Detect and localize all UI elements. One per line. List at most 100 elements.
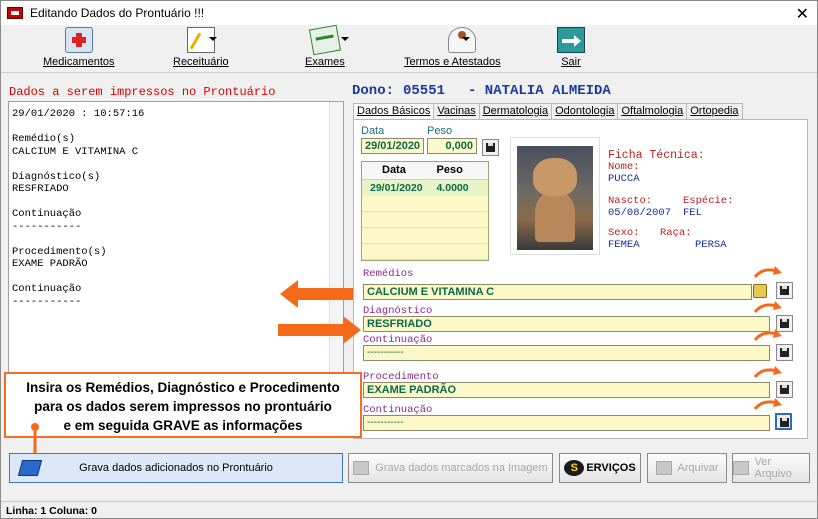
save-continuacao1-button[interactable] xyxy=(776,344,793,361)
servicos-label: ERVIÇOS xyxy=(586,462,636,474)
exit-door-icon xyxy=(557,27,585,53)
callout-line-3: e em seguida GRAVE as informações xyxy=(63,418,303,433)
especie-value: FEL xyxy=(683,207,702,219)
right-arrow-icon xyxy=(278,316,361,344)
data-input[interactable]: 29/01/2020 xyxy=(361,138,424,154)
tab-strip: Dados Básicos Vacinas Dermatologia Odont… xyxy=(353,103,743,121)
dropdown-arrow-icon[interactable] xyxy=(341,37,349,41)
pet-photo-image xyxy=(517,146,593,250)
archive-icon xyxy=(655,461,672,475)
especie-label: Espécie: xyxy=(683,195,734,207)
nome-label: Nome: xyxy=(608,161,640,173)
tab-oftalmologia[interactable]: Oftalmologia xyxy=(617,103,688,120)
grava-prontuario-button[interactable]: Grava dados adicionados no Prontuário xyxy=(9,453,343,483)
grid-header: Data Peso xyxy=(362,162,488,180)
curved-arrow-icon xyxy=(753,329,782,341)
grid-cell-peso: 4.0000 xyxy=(436,182,469,194)
image-stamp-icon xyxy=(353,461,370,475)
termos-button[interactable]: Termos e Atestados xyxy=(404,27,501,71)
exames-label: Exames xyxy=(305,56,345,68)
cat-body-shape xyxy=(535,192,575,242)
medicine-box-icon xyxy=(64,27,93,53)
raca-value: PERSA xyxy=(695,239,727,251)
memo-line: Continuação xyxy=(12,208,82,220)
cat-head-shape xyxy=(533,158,577,196)
arquivar-button[interactable]: Arquivar xyxy=(647,453,727,483)
memo-line xyxy=(12,121,343,134)
memo-line: Procedimento(s) xyxy=(12,245,107,258)
view-file-icon xyxy=(733,461,749,475)
tab-vacinas[interactable]: Vacinas xyxy=(433,103,480,120)
grava-marcados-label: Grava dados marcados na Imagem xyxy=(375,462,548,474)
peso-input[interactable]: 0,000 xyxy=(427,138,477,154)
servicos-button[interactable]: S ERVIÇOS xyxy=(559,453,641,483)
procedimento-input[interactable]: EXAME PADRÃO xyxy=(363,382,770,398)
grid-empty-rows xyxy=(362,196,488,260)
memo-line: CALCIUM E VITAMINA C xyxy=(12,145,139,158)
nome-value: PUCCA xyxy=(608,173,640,185)
curved-arrow-icon xyxy=(753,301,782,313)
tab-ortopedia[interactable]: Ortopedia xyxy=(686,103,743,120)
memo-line: RESFRIADO xyxy=(12,183,69,195)
grid-cell-data: 29/01/2020 xyxy=(370,182,423,194)
grid-header-data: Data xyxy=(382,164,406,176)
remedios-input[interactable]: CALCIUM E VITAMINA C xyxy=(363,284,752,300)
callout-line-1: Insira os Remédios, Diagnóstico e Proced… xyxy=(26,380,340,395)
curved-arrow-icon xyxy=(753,398,782,410)
data-label: Data xyxy=(361,125,385,137)
callout-line-2: para os dados serem impressos no prontuá… xyxy=(34,399,332,414)
medicamentos-label: Medicamentos xyxy=(43,56,115,68)
grid-header-peso: Peso xyxy=(436,164,463,176)
continuacao1-input[interactable]: ----------- xyxy=(363,345,770,361)
table-row[interactable]: 29/01/2020 4.0000 xyxy=(362,180,488,196)
sexo-value: FEMEA xyxy=(608,239,640,251)
left-arrow-icon xyxy=(280,280,353,308)
toolbar: Medicamentos Receituário Exames Termos e… xyxy=(1,24,817,73)
receituario-label: Receituário xyxy=(173,56,229,68)
tab-dermatologia[interactable]: Dermatologia xyxy=(478,103,553,120)
memo-content: 29/01/2020 : 10:57:16 Remédio(s) CALCIUM … xyxy=(9,102,343,308)
grava-prontuario-label: Grava dados adicionados no Prontuário xyxy=(79,462,273,474)
save-peso-button[interactable] xyxy=(482,139,499,156)
continuacao2-input[interactable]: ----------- xyxy=(363,415,770,431)
memo-line: ----------- xyxy=(12,220,82,233)
sair-button[interactable]: Sair xyxy=(557,27,585,71)
receituario-button[interactable]: Receituário xyxy=(173,27,229,71)
memo-line: 29/01/2020 : 10:57:16 xyxy=(12,108,145,120)
dropdown-arrow-icon[interactable] xyxy=(209,37,217,41)
termos-label: Termos e Atestados xyxy=(404,56,501,68)
remedios-label: Remédios xyxy=(363,268,414,280)
save-continuacao2-button[interactable] xyxy=(775,413,792,430)
exames-button[interactable]: Exames xyxy=(305,24,349,71)
memo-scrollbar[interactable] xyxy=(329,102,343,396)
pet-photo[interactable] xyxy=(510,137,600,255)
peso-history-grid[interactable]: Data Peso 29/01/2020 4.0000 xyxy=(361,161,489,261)
sair-label: Sair xyxy=(561,56,581,68)
memo-line xyxy=(12,158,343,171)
memo-line: EXAME PADRÃO xyxy=(12,258,88,270)
dono-id: 05551 xyxy=(403,83,446,99)
nasc-label: Nascto: xyxy=(608,195,653,207)
book-icon xyxy=(17,460,43,476)
title-bar: Editando Dados do Prontuário !!! ✕ xyxy=(1,1,817,25)
diagnostico-input[interactable]: RESFRIADO xyxy=(363,316,770,332)
dono-label: Dono: xyxy=(352,83,395,99)
ver-arquivo-button[interactable]: Ver Arquivo xyxy=(732,453,810,483)
instruction-callout: Insira os Remédios, Diagnóstico e Proced… xyxy=(4,372,362,438)
dropdown-arrow-icon[interactable] xyxy=(462,37,470,41)
prontuario-window: Editando Dados do Prontuário !!! ✕ Medic… xyxy=(0,0,818,519)
status-bar: Linha: 1 Coluna: 0 xyxy=(1,501,817,518)
save-procedimento-button[interactable] xyxy=(776,381,793,398)
grava-marcados-button[interactable]: Grava dados marcados na Imagem xyxy=(348,453,553,483)
save-remedios-button[interactable] xyxy=(776,282,793,299)
prontuario-memo[interactable]: 29/01/2020 : 10:57:16 Remédio(s) CALCIUM … xyxy=(8,101,344,397)
medicine-search-icon[interactable] xyxy=(753,284,767,298)
close-button[interactable]: ✕ xyxy=(796,4,809,24)
curved-arrow-icon xyxy=(753,366,782,378)
memo-line: Remédio(s) xyxy=(12,133,76,145)
medicamentos-button[interactable]: Medicamentos xyxy=(43,27,115,71)
window-title: Editando Dados do Prontuário !!! xyxy=(30,6,205,20)
arquivar-label: Arquivar xyxy=(677,462,719,474)
ver-arquivo-label: Ver Arquivo xyxy=(754,456,792,480)
tab-odontologia[interactable]: Odontologia xyxy=(551,103,619,120)
